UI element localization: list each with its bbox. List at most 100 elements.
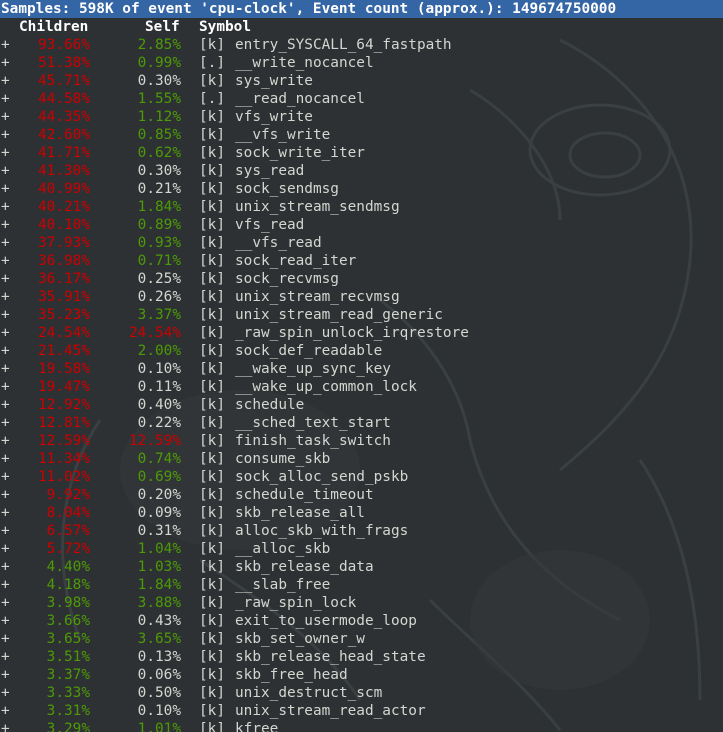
report-row[interactable]: +6.57% 0.31% [k] alloc_skb_with_frags	[0, 522, 723, 540]
symbol-type: [k]	[199, 199, 225, 215]
report-row[interactable]: +19.58% 0.10% [k] __wake_up_sync_key	[0, 360, 723, 378]
symbol-type: [k]	[199, 217, 225, 233]
symbol-type: [k]	[199, 433, 225, 449]
report-row[interactable]: +3.29% 1.01% [k] kfree	[0, 720, 723, 732]
self-percent: 0.10%	[137, 361, 181, 377]
self-percent: 0.20%	[137, 487, 181, 503]
symbol-type: [k]	[199, 649, 225, 665]
self-percent: 24.54%	[129, 325, 181, 341]
report-row[interactable]: +3.66% 0.43% [k] exit_to_usermode_loop	[0, 612, 723, 630]
report-rows: +93.66% 2.85% [k] entry_SYSCALL_64_fastpath…	[0, 36, 723, 732]
report-row[interactable]: +35.23% 3.37% [k] unix_stream_read_generic	[0, 306, 723, 324]
symbol-name: alloc_skb_with_frags	[235, 523, 409, 539]
report-row[interactable]: +93.66% 2.85% [k] entry_SYSCALL_64_fastpath	[0, 36, 723, 54]
symbol-type: [k]	[199, 163, 225, 179]
symbol-type: [k]	[199, 595, 225, 611]
self-percent: 0.89%	[137, 217, 181, 233]
report-row[interactable]: +40.10% 0.89% [k] vfs_read	[0, 216, 723, 234]
symbol-name: __wake_up_common_lock	[235, 379, 417, 395]
report-row[interactable]: +44.35% 1.12% [k] vfs_write	[0, 108, 723, 126]
self-percent: 1.12%	[137, 109, 181, 125]
report-row[interactable]: +3.65% 3.65% [k] skb_set_owner_w	[0, 630, 723, 648]
symbol-name: finish_task_switch	[235, 433, 391, 449]
report-row[interactable]: +45.71% 0.30% [k] sys_write	[0, 72, 723, 90]
report-row[interactable]: +36.98% 0.71% [k] sock_read_iter	[0, 252, 723, 270]
self-percent: 0.10%	[137, 703, 181, 719]
symbol-name: vfs_write	[235, 109, 313, 125]
report-row[interactable]: +3.33% 0.50% [k] unix_destruct_scm	[0, 684, 723, 702]
symbol-name: sock_write_iter	[235, 145, 365, 161]
symbol-name: __read_nocancel	[235, 91, 365, 107]
report-row[interactable]: +51.38% 0.99% [.] __write_nocancel	[0, 54, 723, 72]
self-percent: 0.71%	[137, 253, 181, 269]
report-row[interactable]: +11.02% 0.69% [k] sock_alloc_send_pskb	[0, 468, 723, 486]
self-percent: 0.69%	[137, 469, 181, 485]
self-percent: 1.04%	[137, 541, 181, 557]
symbol-name: schedule	[235, 397, 305, 413]
title-bar: Samples: 598K of event 'cpu-clock', Even…	[0, 0, 723, 18]
symbol-type: [k]	[199, 487, 225, 503]
symbol-type: [k]	[199, 577, 225, 593]
self-percent: 0.22%	[137, 415, 181, 431]
self-percent: 1.84%	[137, 577, 181, 593]
symbol-type: [k]	[199, 181, 225, 197]
report-row[interactable]: +19.47% 0.11% [k] __wake_up_common_lock	[0, 378, 723, 396]
report-row[interactable]: +3.98% 3.88% [k] _raw_spin_lock	[0, 594, 723, 612]
report-row[interactable]: +41.71% 0.62% [k] sock_write_iter	[0, 144, 723, 162]
report-row[interactable]: +12.92% 0.40% [k] schedule	[0, 396, 723, 414]
symbol-name: _raw_spin_unlock_irqrestore	[235, 325, 469, 341]
header-self: Self	[145, 19, 180, 35]
report-row[interactable]: +42.60% 0.85% [k] __vfs_write	[0, 126, 723, 144]
report-row[interactable]: +37.93% 0.93% [k] __vfs_read	[0, 234, 723, 252]
report-row[interactable]: +12.81% 0.22% [k] __sched_text_start	[0, 414, 723, 432]
header-children: Children	[19, 19, 89, 35]
report-row[interactable]: +3.31% 0.10% [k] unix_stream_read_actor	[0, 702, 723, 720]
self-percent: 2.00%	[137, 343, 181, 359]
report-row[interactable]: +3.37% 0.06% [k] skb_free_head	[0, 666, 723, 684]
report-row[interactable]: +41.30% 0.30% [k] sys_read	[0, 162, 723, 180]
symbol-name: _raw_spin_lock	[235, 595, 357, 611]
symbol-type: [k]	[199, 703, 225, 719]
symbol-type: [k]	[199, 469, 225, 485]
symbol-name: unix_stream_read_actor	[235, 703, 426, 719]
report-row[interactable]: +24.54% 24.54% [k] _raw_spin_unlock_irqrest…	[0, 324, 723, 342]
symbol-name: __sched_text_start	[235, 415, 391, 431]
header-symbol: Symbol	[199, 19, 251, 35]
symbol-name: unix_stream_read_generic	[235, 307, 443, 323]
report-row[interactable]: +4.40% 1.03% [k] skb_release_data	[0, 558, 723, 576]
report-row[interactable]: +9.92% 0.20% [k] schedule_timeout	[0, 486, 723, 504]
column-header-row: Children Self Symbol	[0, 18, 723, 36]
report-row[interactable]: +36.17% 0.25% [k] sock_recvmsg	[0, 270, 723, 288]
symbol-name: sock_sendmsg	[235, 181, 339, 197]
report-row[interactable]: +35.91% 0.26% [k] unix_stream_recvmsg	[0, 288, 723, 306]
self-percent: 3.65%	[137, 631, 181, 647]
self-percent: 12.59%	[129, 433, 181, 449]
self-percent: 1.03%	[137, 559, 181, 575]
report-row[interactable]: +12.59% 12.59% [k] finish_task_switch	[0, 432, 723, 450]
report-row[interactable]: +4.18% 1.84% [k] __slab_free	[0, 576, 723, 594]
report-row[interactable]: +5.72% 1.04% [k] __alloc_skb	[0, 540, 723, 558]
report-row[interactable]: +40.21% 1.84% [k] unix_stream_sendmsg	[0, 198, 723, 216]
report-row[interactable]: +3.51% 0.13% [k] skb_release_head_state	[0, 648, 723, 666]
terminal-window: Samples: 598K of event 'cpu-clock', Even…	[0, 0, 723, 732]
self-percent: 0.50%	[137, 685, 181, 701]
self-percent: 2.85%	[137, 37, 181, 53]
self-percent: 0.31%	[137, 523, 181, 539]
report-row[interactable]: +8.04% 0.09% [k] skb_release_all	[0, 504, 723, 522]
symbol-type: [k]	[199, 667, 225, 683]
symbol-type: [k]	[199, 631, 225, 647]
report-row[interactable]: +11.34% 0.74% [k] consume_skb	[0, 450, 723, 468]
symbol-type: [k]	[199, 397, 225, 413]
symbol-name: sock_def_readable	[235, 343, 383, 359]
symbol-type: [k]	[199, 37, 225, 53]
symbol-name: exit_to_usermode_loop	[235, 613, 417, 629]
symbol-type: [k]	[199, 145, 225, 161]
symbol-type: [k]	[199, 415, 225, 431]
self-percent: 0.62%	[137, 145, 181, 161]
symbol-name: schedule_timeout	[235, 487, 374, 503]
report-row[interactable]: +21.45% 2.00% [k] sock_def_readable	[0, 342, 723, 360]
report-row[interactable]: +40.99% 0.21% [k] sock_sendmsg	[0, 180, 723, 198]
symbol-name: sock_read_iter	[235, 253, 357, 269]
self-percent: 0.85%	[137, 127, 181, 143]
report-row[interactable]: +44.58% 1.55% [.] __read_nocancel	[0, 90, 723, 108]
